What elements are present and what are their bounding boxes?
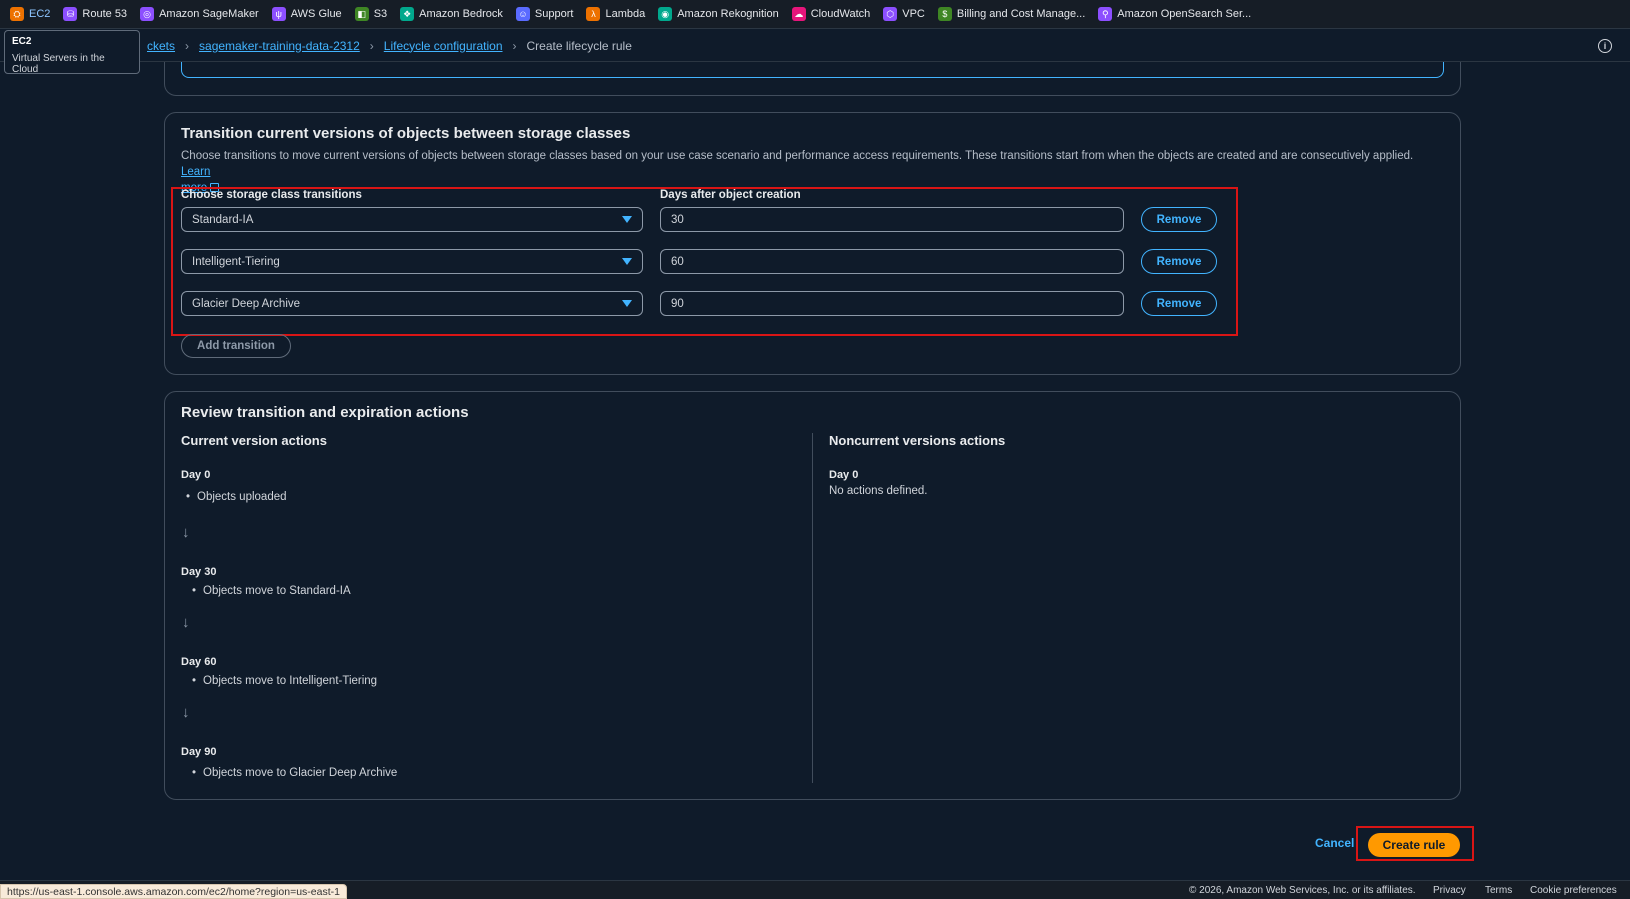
footer-copyright: © 2026, Amazon Web Services, Inc. or its… bbox=[1189, 885, 1416, 896]
service-icon: ☺ bbox=[515, 7, 530, 21]
favorite-lambda[interactable]: λ Lambda bbox=[586, 7, 645, 21]
favorite-label: VPC bbox=[902, 8, 925, 20]
favorite-label: EC2 bbox=[29, 8, 51, 20]
current-day-90: Day 90 bbox=[181, 746, 217, 758]
service-icon: ⚲ bbox=[1098, 7, 1113, 21]
favorite-support[interactable]: ☺ Support bbox=[515, 7, 574, 21]
footer-privacy-link[interactable]: Privacy bbox=[1433, 885, 1466, 896]
arrow-down-icon: ↓ bbox=[182, 704, 190, 721]
favorite-cloudwatch[interactable]: ☁ CloudWatch bbox=[791, 7, 871, 21]
service-icon: ⬡ bbox=[883, 7, 898, 21]
favorite-label: CloudWatch bbox=[810, 8, 871, 20]
status-url: https://us-east-1.console.aws.amazon.com… bbox=[0, 884, 347, 899]
favorite-label: Route 53 bbox=[82, 8, 128, 20]
chevron-right-icon: › bbox=[512, 38, 517, 53]
service-icon: ⛁ bbox=[63, 7, 78, 21]
favorite-aws-glue[interactable]: ψ AWS Glue bbox=[271, 7, 342, 21]
current-actions-title: Current version actions bbox=[181, 433, 327, 448]
favorites-bar: ⛭ EC2 ⛁ Route 53 ◎ Amazon SageMaker ψ AWS Glue ◧… bbox=[0, 0, 1630, 29]
breadcrumb-bucket[interactable]: sagemaker-training-data-2312 bbox=[199, 39, 360, 53]
favorite-vpc[interactable]: ⬡ VPC bbox=[883, 7, 925, 21]
info-icon[interactable]: i bbox=[1598, 39, 1612, 53]
service-icon: λ bbox=[586, 7, 601, 21]
tooltip-subtitle: Virtual Servers in the Cloud bbox=[12, 53, 105, 75]
learn-more-link[interactable]: Learn bbox=[181, 166, 210, 178]
ec2-tooltip: EC2 Virtual Servers in the Cloud bbox=[4, 30, 140, 75]
favorite-amazon-rekognition[interactable]: ◉ Amazon Rekognition bbox=[658, 7, 779, 21]
current-action-0: Objects uploaded bbox=[186, 491, 286, 503]
favorite-label: Amazon OpenSearch Ser... bbox=[1117, 8, 1252, 20]
highlight-box-create bbox=[1356, 826, 1474, 861]
current-day-0: Day 0 bbox=[181, 469, 211, 481]
service-icon: ❖ bbox=[400, 7, 415, 21]
current-action-60: Objects move to Intelligent-Tiering bbox=[192, 675, 377, 687]
noncurrent-day-0: Day 0 bbox=[829, 469, 859, 481]
arrow-down-icon: ↓ bbox=[182, 614, 190, 631]
column-divider bbox=[812, 433, 813, 783]
favorite-label: Support bbox=[534, 8, 574, 20]
highlight-box-transitions bbox=[171, 187, 1238, 336]
footer-terms-link[interactable]: Terms bbox=[1485, 885, 1512, 896]
chevron-right-icon: › bbox=[185, 38, 190, 53]
learn-more-text-1: Learn bbox=[181, 166, 211, 178]
review-section-title: Review transition and expiration actions bbox=[181, 404, 469, 421]
favorite-ec2[interactable]: ⛭ EC2 bbox=[10, 7, 50, 21]
breadcrumb-lifecycle[interactable]: Lifecycle configuration bbox=[384, 39, 503, 53]
service-icon: ◉ bbox=[658, 7, 673, 21]
current-action-30: Objects move to Standard-IA bbox=[192, 585, 351, 597]
arrow-down-icon: ↓ bbox=[182, 524, 190, 541]
info-alert bbox=[181, 62, 1444, 78]
add-transition-button[interactable]: Add transition bbox=[181, 334, 291, 358]
favorite-label: AWS Glue bbox=[290, 8, 342, 20]
footer-cookie-link[interactable]: Cookie preferences bbox=[1530, 885, 1617, 896]
service-icon: ◎ bbox=[140, 7, 155, 21]
favorite-amazon-sagemaker[interactable]: ◎ Amazon SageMaker bbox=[140, 7, 259, 21]
chevron-right-icon: › bbox=[369, 38, 374, 53]
service-icon: ◧ bbox=[354, 7, 369, 21]
current-day-60: Day 60 bbox=[181, 656, 217, 668]
transition-section-title: Transition current versions of objects b… bbox=[181, 125, 631, 142]
breadcrumb-current: Create lifecycle rule bbox=[526, 38, 632, 53]
breadcrumb: ckets › sagemaker-training-data-2312 › L… bbox=[0, 30, 1630, 62]
favorite-amazon-bedrock[interactable]: ❖ Amazon Bedrock bbox=[400, 7, 503, 21]
favorite-label: Billing and Cost Manage... bbox=[956, 8, 1086, 20]
favorite-amazon-opensearch-ser[interactable]: ⚲ Amazon OpenSearch Ser... bbox=[1098, 7, 1251, 21]
favorite-label: Amazon SageMaker bbox=[159, 8, 259, 20]
favorite-route-53[interactable]: ⛁ Route 53 bbox=[63, 7, 127, 21]
current-action-90: Objects move to Glacier Deep Archive bbox=[192, 767, 397, 779]
previous-section-panel bbox=[164, 62, 1461, 96]
transition-description-text: Choose transitions to move current versi… bbox=[181, 150, 1414, 162]
cancel-button[interactable]: Cancel bbox=[1315, 836, 1354, 850]
noncurrent-no-actions: No actions defined. bbox=[829, 485, 928, 497]
favorite-label: Amazon Rekognition bbox=[677, 8, 779, 20]
tooltip-title: EC2 bbox=[12, 36, 32, 47]
favorite-label: Amazon Bedrock bbox=[419, 8, 503, 20]
breadcrumb-buckets[interactable]: ckets bbox=[147, 39, 175, 53]
current-day-30: Day 30 bbox=[181, 566, 217, 578]
favorite-label: Lambda bbox=[605, 8, 646, 20]
service-icon: $ bbox=[937, 7, 952, 21]
service-icon: ψ bbox=[271, 7, 286, 21]
service-icon: ⛭ bbox=[10, 7, 24, 21]
favorite-s3[interactable]: ◧ S3 bbox=[354, 7, 388, 21]
service-icon: ☁ bbox=[791, 7, 806, 21]
noncurrent-actions-title: Noncurrent versions actions bbox=[829, 433, 1006, 448]
favorite-billing-and-cost-manage[interactable]: $ Billing and Cost Manage... bbox=[937, 7, 1086, 21]
favorite-label: S3 bbox=[373, 8, 388, 20]
